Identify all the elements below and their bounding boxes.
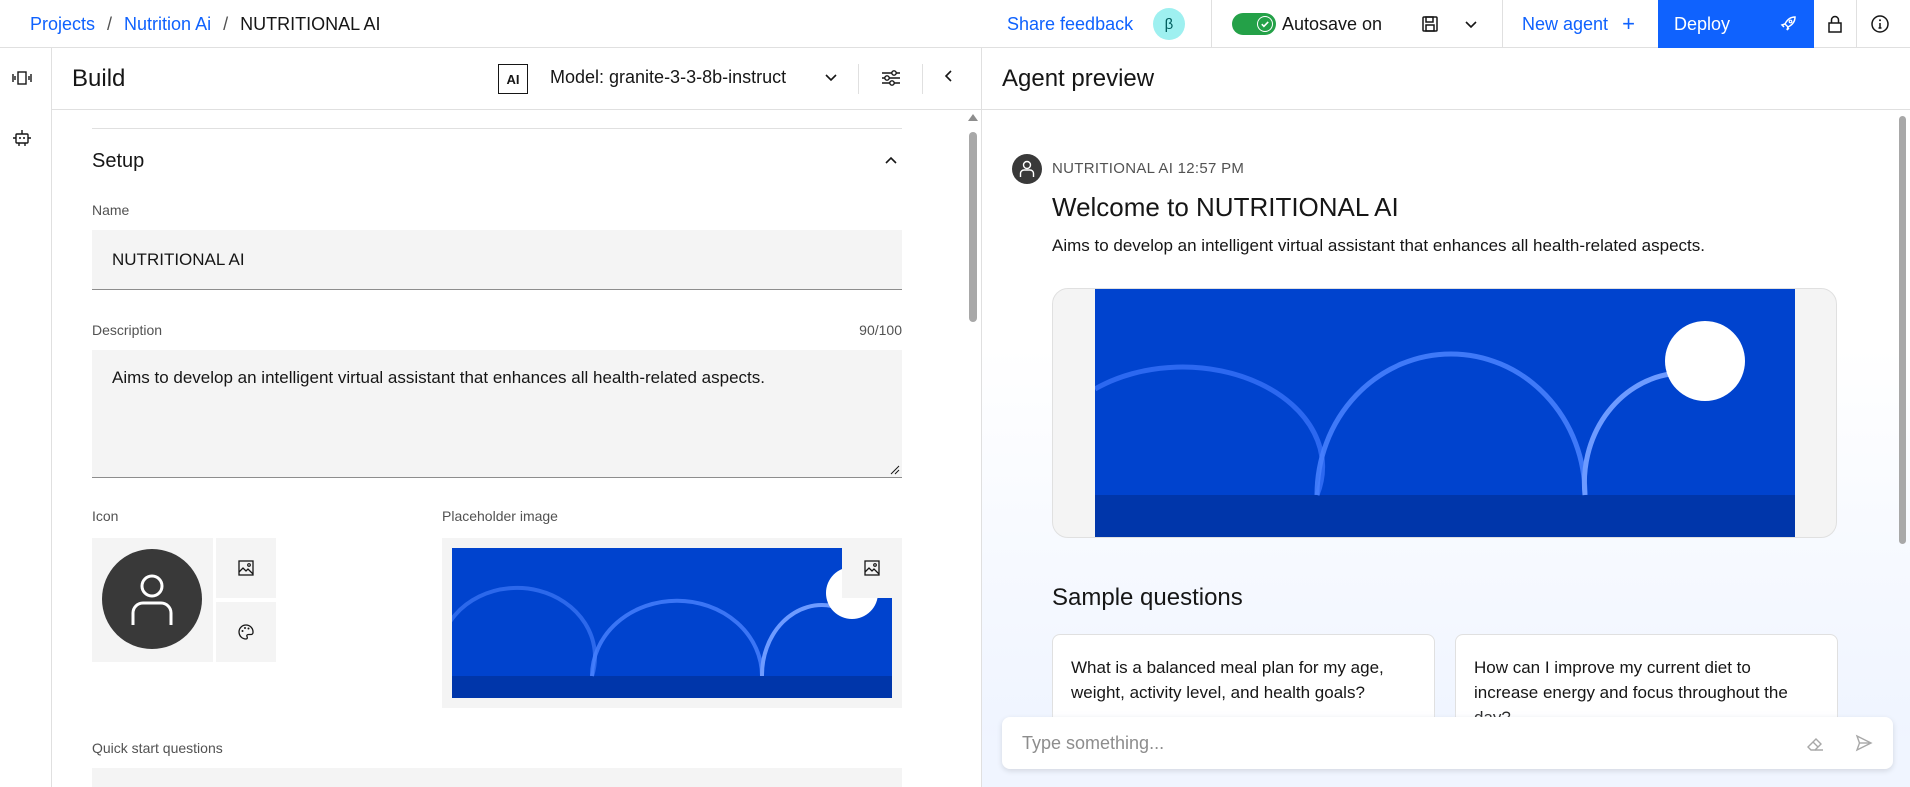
build-scrollbar[interactable] — [966, 110, 980, 787]
beta-badge[interactable]: β — [1153, 8, 1185, 40]
breadcrumb-project-link[interactable]: Nutrition Ai — [124, 14, 211, 35]
save-icon[interactable] — [1420, 0, 1440, 48]
description-label: Description — [92, 322, 163, 338]
preview-scrollbar[interactable] — [1896, 110, 1910, 787]
autosave-label: Autosave on — [1282, 13, 1383, 34]
preview-banner-card — [1052, 288, 1837, 538]
name-input[interactable]: NUTRITIONAL AI — [92, 230, 902, 290]
image-icon — [238, 560, 254, 576]
settings-sliders-icon[interactable] — [880, 67, 902, 89]
scrollbar-thumb[interactable] — [969, 132, 977, 322]
icon-label: Icon — [92, 508, 119, 524]
agent-description: Aims to develop an intelligent virtual a… — [1052, 236, 1705, 255]
preview-banner-image — [1095, 289, 1795, 537]
scroll-up-arrow-icon[interactable] — [968, 114, 978, 121]
name-label: Name — [92, 202, 130, 218]
agent-avatar — [1012, 154, 1042, 184]
build-title: Build — [72, 65, 126, 92]
scrollbar-thumb[interactable] — [1899, 116, 1906, 544]
info-icon[interactable] — [1870, 0, 1890, 48]
preview-header: Agent preview — [982, 48, 1910, 110]
left-rail — [0, 48, 52, 787]
image-icon — [864, 560, 880, 576]
breadcrumb-projects-link[interactable]: Projects — [30, 14, 95, 35]
setup-section-title[interactable]: Setup — [92, 150, 144, 173]
new-agent-button[interactable]: New agent + — [1522, 0, 1635, 48]
message-meta: NUTRITIONAL AI 12:57 PM — [1052, 160, 1245, 177]
preview-body: NUTRITIONAL AI 12:57 PM Welcome to NUTRI… — [982, 110, 1910, 787]
deploy-button[interactable]: Deploy — [1658, 0, 1814, 48]
icon-color-button[interactable] — [216, 602, 276, 662]
icon-preview — [92, 538, 213, 662]
breadcrumb-separator: / — [107, 14, 113, 34]
rocket-icon — [1780, 16, 1796, 31]
header-divider — [858, 64, 859, 94]
user-icon — [131, 574, 173, 625]
resize-handle-icon[interactable] — [890, 465, 900, 475]
breadcrumb-separator: / — [223, 14, 229, 34]
header-divider — [1211, 0, 1212, 48]
upload-icon-image-button[interactable] — [216, 538, 276, 598]
description-text: Aims to develop an intelligent virtual a… — [112, 368, 765, 387]
top-header: Projects / Nutrition Ai / NUTRITIONAL AI… — [0, 0, 1910, 48]
quick-start-questions-label: Quick start questions — [92, 740, 223, 756]
color-palette-icon — [238, 624, 254, 640]
new-agent-label: New agent — [1522, 13, 1609, 34]
agent-preview-title: Agent preview — [1002, 65, 1155, 92]
upload-placeholder-image-button[interactable] — [842, 538, 902, 598]
model-selector[interactable]: Model: granite-3-3-8b-instruct — [550, 67, 786, 88]
chevron-up-icon[interactable] — [882, 152, 900, 170]
description-textarea[interactable]: Aims to develop an intelligent virtual a… — [92, 350, 902, 478]
chat-input-placeholder: Type something... — [1022, 732, 1165, 753]
ai-badge: AI — [498, 64, 528, 94]
header-divider — [1856, 0, 1857, 48]
breadcrumb-current: NUTRITIONAL AI — [240, 14, 381, 34]
description-char-count: 90/100 — [859, 322, 902, 338]
sample-questions-title: Sample questions — [1052, 584, 1243, 611]
placeholder-image-preview — [442, 538, 902, 708]
bot-icon[interactable] — [10, 126, 34, 150]
chevron-down-icon[interactable] — [822, 68, 840, 86]
placeholder-banner-image — [452, 548, 892, 698]
deploy-label: Deploy — [1674, 13, 1731, 34]
send-icon[interactable] — [1855, 734, 1873, 752]
share-feedback-link[interactable]: Share feedback — [1007, 0, 1133, 48]
build-header: Build AI Model: granite-3-3-8b-instruct — [52, 48, 981, 110]
checkmark-icon — [1258, 17, 1272, 31]
avatar — [102, 549, 202, 649]
placeholder-image-label: Placeholder image — [442, 508, 558, 524]
toggle-knob — [1257, 16, 1273, 32]
user-icon — [1019, 160, 1035, 177]
collapse-panel-chevron-left-icon[interactable] — [940, 67, 958, 85]
section-divider — [92, 128, 902, 129]
save-options-chevron-down-icon[interactable] — [1462, 0, 1480, 48]
lock-icon[interactable] — [1826, 0, 1844, 48]
agent-flow-icon[interactable] — [10, 66, 34, 90]
chat-input[interactable]: Type something... — [1002, 717, 1893, 769]
plus-icon: + — [1622, 11, 1635, 36]
welcome-heading: Welcome to NUTRITIONAL AI — [1052, 192, 1399, 222]
header-divider — [922, 64, 923, 94]
header-divider — [1502, 0, 1503, 48]
build-body: Setup Name NUTRITIONAL AI Description 90… — [52, 110, 981, 787]
breadcrumb: Projects / Nutrition Ai / NUTRITIONAL AI — [30, 14, 380, 35]
quick-start-questions-field[interactable] — [92, 768, 902, 787]
clear-chat-eraser-icon[interactable] — [1805, 733, 1825, 753]
autosave-toggle[interactable] — [1232, 13, 1276, 35]
